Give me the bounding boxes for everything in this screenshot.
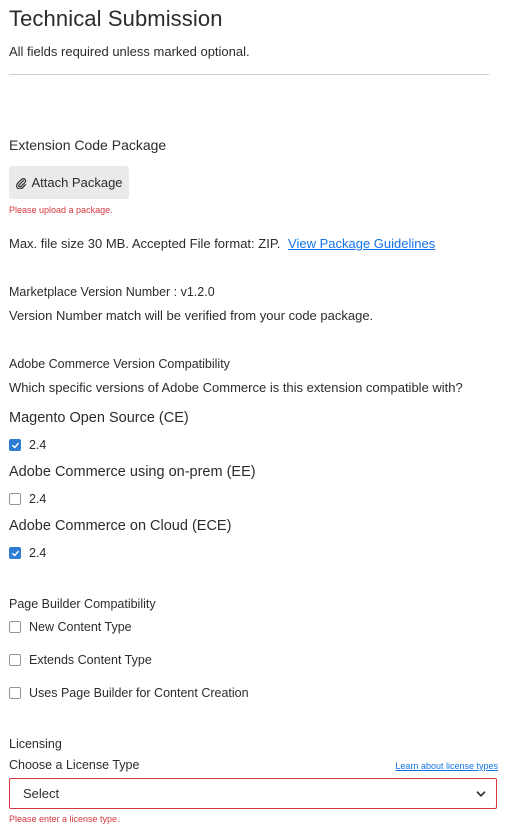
license-type-select-value: Select [23,786,60,801]
ee-2-4-option[interactable]: 2.4 [9,492,46,506]
checkmark-icon [11,442,19,448]
uses-page-builder-label: Uses Page Builder for Content Creation [29,686,249,700]
ece-2-4-option[interactable]: 2.4 [9,546,46,560]
attach-package-button[interactable]: Attach Package [9,166,129,199]
package-info: Max. file size 30 MB. Accepted File form… [9,236,435,251]
extends-content-type-option[interactable]: Extends Content Type [9,653,152,667]
ee-2-4-label: 2.4 [29,492,47,506]
uses-page-builder-checkbox[interactable] [9,687,21,699]
package-info-text: Max. file size 30 MB. Accepted File form… [9,236,281,251]
chevron-down-icon [476,790,486,797]
ce-2-4-option[interactable]: 2.4 [9,438,46,452]
licensing-title: Licensing [9,737,62,751]
ce-2-4-label: 2.4 [29,438,47,452]
header-divider [9,74,489,75]
extends-content-type-label: Extends Content Type [29,653,152,667]
uses-page-builder-option[interactable]: Uses Page Builder for Content Creation [9,686,249,700]
ece-2-4-label: 2.4 [29,546,47,560]
compatibility-title: Adobe Commerce Version Compatibility [9,357,230,371]
page-builder-title: Page Builder Compatibility [9,597,156,611]
ece-2-4-checkbox[interactable] [9,547,21,559]
extends-content-type-checkbox[interactable] [9,654,21,666]
checkmark-icon [11,550,19,556]
paperclip-icon [16,177,27,189]
license-type-label: Choose a License Type [9,758,140,772]
compatibility-question: Which specific versions of Adobe Commerc… [9,380,463,395]
view-package-guidelines-link[interactable]: View Package Guidelines [288,236,435,251]
package-section-title: Extension Code Package [9,137,167,153]
ce-2-4-checkbox[interactable] [9,439,21,451]
version-note: Version Number match will be verified fr… [9,308,374,323]
learn-license-types-link[interactable]: Learn about license types [395,761,498,771]
page-subtitle: All fields required unless marked option… [9,44,250,59]
ece-group-title: Adobe Commerce on Cloud (ECE) [9,518,232,534]
ee-2-4-checkbox[interactable] [9,493,21,505]
new-content-type-checkbox[interactable] [9,621,21,633]
ce-group-title: Magento Open Source (CE) [9,410,189,426]
ee-group-title: Adobe Commerce using on-prem (EE) [9,464,256,480]
license-type-select[interactable]: Select [9,778,497,809]
package-error-message: Please upload a package. [9,205,113,215]
attach-package-label: Attach Package [31,175,123,190]
new-content-type-label: New Content Type [29,620,132,634]
license-error-message: Please enter a license type. [9,814,120,824]
new-content-type-option[interactable]: New Content Type [9,620,132,634]
marketplace-version-label: Marketplace Version Number : v1.2.0 [9,285,215,299]
page-title: Technical Submission [9,6,223,31]
